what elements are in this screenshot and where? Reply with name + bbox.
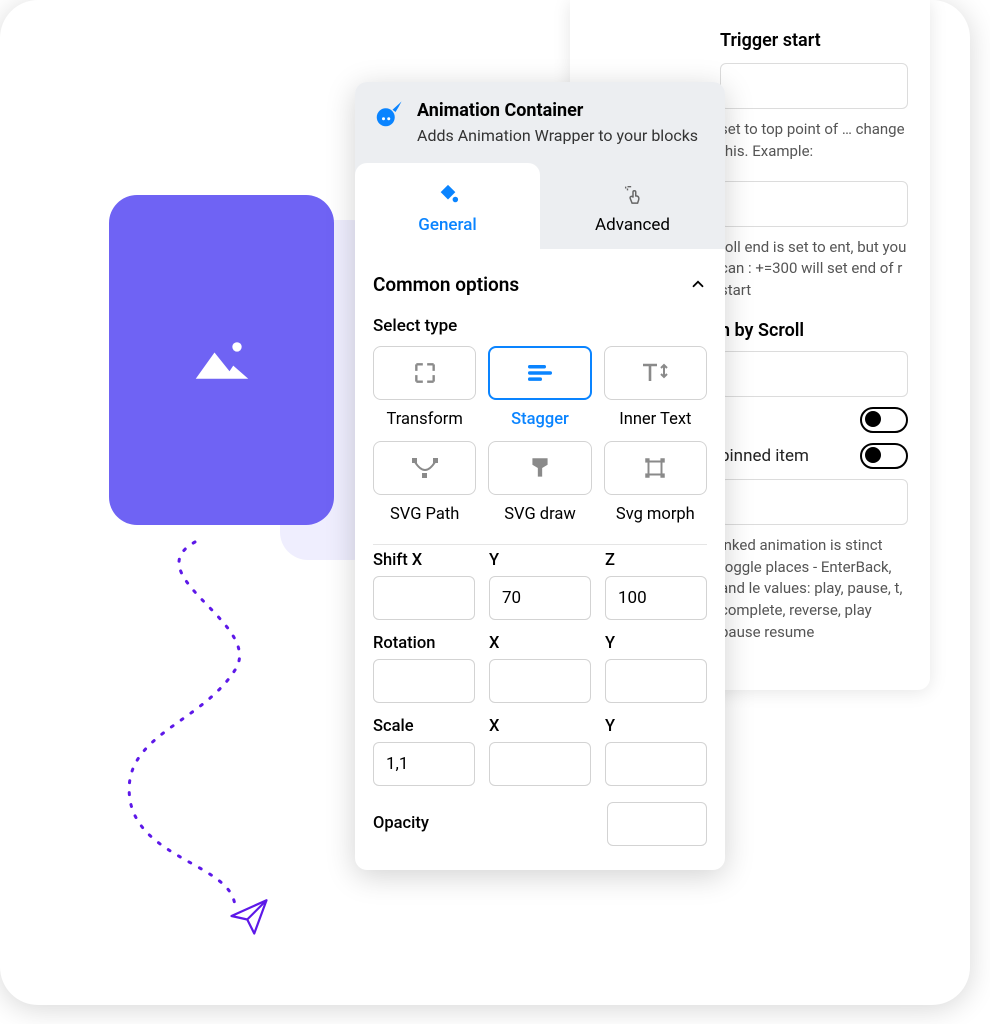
scale-y-label: Y (605, 717, 707, 736)
bucket-icon (436, 183, 460, 205)
panel-tabs: General Advanced (355, 163, 725, 249)
transform-icon (412, 360, 438, 386)
panel-header: Animation Container Adds Animation Wrapp… (355, 82, 725, 163)
rotation-y-label: Y (605, 634, 707, 653)
inner-text-icon (640, 361, 670, 385)
actions-input[interactable] (720, 479, 908, 525)
rotation-x-label: X (489, 634, 591, 653)
shift-y-input[interactable] (489, 576, 591, 620)
svg-draw-icon (527, 455, 553, 481)
scroll-section-title: n by Scroll (720, 320, 908, 341)
scroll-input[interactable] (720, 351, 908, 397)
toggle-pinned-item[interactable] (860, 443, 908, 469)
select-type-label: Select type (373, 316, 707, 336)
stagger-icon (526, 363, 554, 383)
scale-x-label: X (489, 717, 591, 736)
opacity-label: Opacity (373, 814, 429, 833)
shift-y-label: Y (489, 551, 591, 570)
paper-plane-icon (228, 895, 270, 941)
tab-advanced[interactable]: Advanced (540, 163, 725, 249)
shift-x-label: Shift X (373, 551, 475, 570)
type-stagger[interactable]: Stagger (488, 346, 591, 429)
type-transform[interactable]: Transform (373, 346, 476, 429)
scale-y-input[interactable] (605, 742, 707, 786)
svg-path-icon (410, 456, 440, 480)
shift-z-label: Z (605, 551, 707, 570)
device-card-front (109, 195, 334, 525)
toggle-1[interactable] (860, 407, 908, 433)
type-inner-text[interactable]: Inner Text (604, 346, 707, 429)
tab-general-label: General (418, 215, 476, 235)
type-grid: Transform Stagger Inner Text SVG Path SV… (373, 346, 707, 524)
rotation-label: Rotation (373, 634, 475, 653)
tab-advanced-label: Advanced (595, 215, 670, 235)
trigger-end-desc: roll end is set to ent, but you can : +=… (720, 237, 908, 302)
trigger-start-input[interactable] (720, 63, 908, 109)
divider (373, 544, 707, 545)
svg-morph-icon (642, 455, 668, 481)
trigger-start-desc: set to top point of … change this. Examp… (720, 119, 908, 163)
animation-container-icon (373, 100, 403, 130)
type-svg-morph[interactable]: Svg morph (604, 441, 707, 524)
scale-x-input[interactable] (489, 742, 591, 786)
actions-desc: inked animation is stinct toggle places … (720, 535, 908, 644)
rotation-input[interactable] (373, 659, 475, 703)
pinned-item-label: pinned item (720, 446, 846, 466)
image-placeholder-icon (192, 336, 252, 384)
scale-label: Scale (373, 717, 475, 736)
animation-container-panel: Animation Container Adds Animation Wrapp… (355, 82, 725, 870)
move-hand-icon (621, 183, 645, 205)
rotation-x-input[interactable] (489, 659, 591, 703)
trigger-end-input[interactable] (720, 181, 908, 227)
type-svg-path[interactable]: SVG Path (373, 441, 476, 524)
scale-input[interactable] (373, 742, 475, 786)
panel-subtitle: Adds Animation Wrapper to your blocks (417, 125, 698, 147)
opacity-input[interactable] (607, 802, 707, 846)
trigger-start-title: Trigger start (720, 30, 908, 51)
dashed-path (105, 530, 335, 930)
shift-x-input[interactable] (373, 576, 475, 620)
tab-general[interactable]: General (355, 163, 540, 249)
common-options-title: Common options (373, 273, 519, 296)
panel-title: Animation Container (417, 100, 698, 121)
chevron-up-icon (689, 275, 707, 293)
shift-z-input[interactable] (605, 576, 707, 620)
rotation-y-input[interactable] (605, 659, 707, 703)
type-svg-draw[interactable]: SVG draw (488, 441, 591, 524)
common-options-toggle[interactable]: Common options (373, 259, 707, 308)
